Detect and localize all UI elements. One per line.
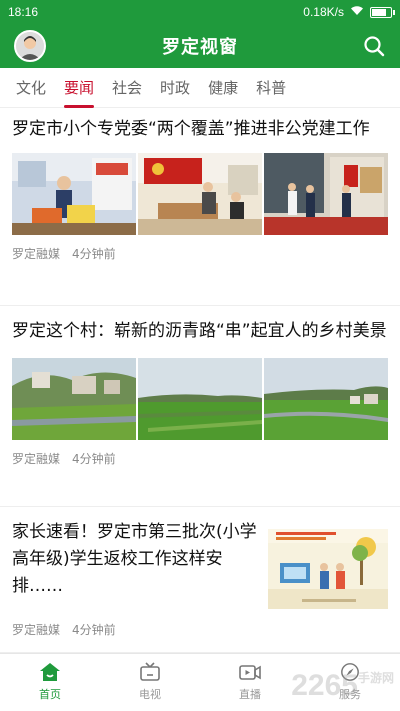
list-item[interactable]: 罗定市小个专党委“两个覆盖”推进非公党建工作 罗定融媒 4分钟前 bbox=[0, 108, 400, 306]
search-icon bbox=[364, 36, 385, 57]
app-title: 罗定视窗 bbox=[162, 37, 238, 58]
live-icon bbox=[239, 665, 261, 680]
article-time: 4分钟前 bbox=[72, 452, 116, 466]
list-item[interactable]: 罗定这个村：崭新的沥青路“串”起宜人的乡村美景 罗定融媒 4分钟前 bbox=[0, 306, 400, 507]
home-icon bbox=[40, 663, 60, 681]
tab-politics[interactable]: 时政 bbox=[160, 68, 190, 108]
article-source: 罗定融媒 bbox=[12, 452, 61, 466]
article-time: 4分钟前 bbox=[72, 247, 116, 261]
status-time: 18:16 bbox=[8, 5, 39, 19]
news-feed: 罗定市小个专党委“两个覆盖”推进非公党建工作 罗定融媒 4分钟前 罗定这个村：崭… bbox=[0, 108, 400, 653]
tab-science[interactable]: 科普 bbox=[256, 68, 286, 108]
nav-label: 电视 bbox=[139, 688, 161, 701]
article-image[interactable] bbox=[268, 529, 388, 609]
status-bar: 18:16 0.18K/s bbox=[0, 0, 400, 24]
network-speed: 0.18K/s bbox=[303, 5, 344, 19]
article-image[interactable] bbox=[138, 153, 262, 235]
article-image[interactable] bbox=[138, 358, 262, 440]
article-image[interactable] bbox=[12, 153, 136, 235]
search-button[interactable] bbox=[360, 32, 388, 60]
article-title[interactable]: 家长速看！罗定市第三批次(小学高年级)学生返校工作这样安排…… bbox=[12, 507, 262, 600]
nav-tv[interactable]: 电视 bbox=[100, 654, 200, 711]
nav-label: 首页 bbox=[39, 688, 61, 701]
article-title[interactable]: 罗定这个村：崭新的沥青路“串”起宜人的乡村美景 bbox=[12, 306, 388, 345]
avatar[interactable] bbox=[14, 30, 46, 62]
article-image[interactable] bbox=[12, 358, 136, 440]
app-header: 罗定视窗 bbox=[0, 24, 400, 68]
article-thumbnails bbox=[12, 358, 388, 440]
article-source: 罗定融媒 bbox=[12, 623, 61, 637]
article-time: 4分钟前 bbox=[72, 623, 116, 637]
article-source: 罗定融媒 bbox=[12, 247, 61, 261]
nav-home[interactable]: 首页 bbox=[0, 654, 100, 711]
article-image[interactable] bbox=[264, 153, 388, 235]
tab-headlines[interactable]: 要闻 bbox=[64, 68, 95, 108]
tv-icon bbox=[140, 662, 160, 681]
watermark: 2265手游网 bbox=[291, 669, 394, 702]
nav-label: 直播 bbox=[239, 688, 261, 701]
tab-society[interactable]: 社会 bbox=[112, 68, 142, 108]
article-title[interactable]: 罗定市小个专党委“两个覆盖”推进非公党建工作 bbox=[12, 108, 388, 143]
article-thumbnails bbox=[12, 153, 388, 235]
tab-culture[interactable]: 文化 bbox=[16, 68, 46, 108]
nav-live[interactable]: 直播 bbox=[200, 654, 300, 711]
bottom-nav: 首页 电视 直播 服务 2265手游网 bbox=[0, 653, 400, 711]
category-tabs: 文化 要闻 社会 时政 健康 科普 bbox=[0, 68, 400, 108]
article-image[interactable] bbox=[264, 358, 388, 440]
wifi-icon bbox=[350, 5, 364, 19]
tab-health[interactable]: 健康 bbox=[208, 68, 238, 108]
battery-icon bbox=[370, 6, 395, 18]
list-item[interactable]: 家长速看！罗定市第三批次(小学高年级)学生返校工作这样安排…… 罗定融媒 4分钟… bbox=[0, 507, 400, 653]
